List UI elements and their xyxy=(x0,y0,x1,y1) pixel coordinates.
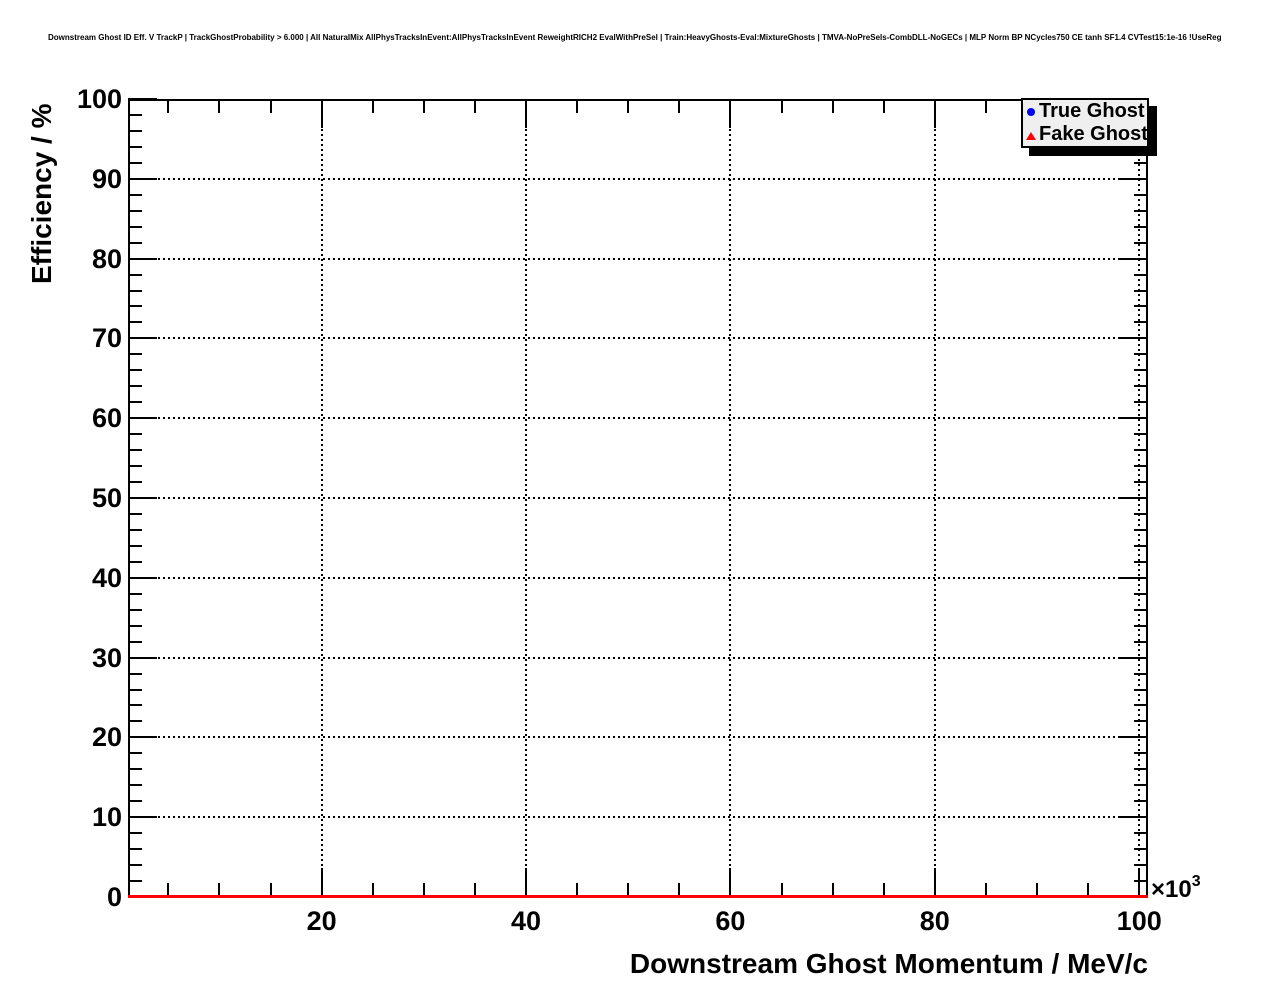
x-tick-labels: 20 40 60 80 100 xyxy=(128,906,1162,942)
horizontal-gridline xyxy=(128,656,1148,659)
plot-area xyxy=(128,99,1148,897)
fake-ghost-zero-line xyxy=(128,895,1148,898)
y-tick-label: 40 xyxy=(91,562,122,593)
horizontal-gridline xyxy=(128,816,1148,819)
horizontal-gridline xyxy=(128,337,1148,340)
y-tick-label: 50 xyxy=(91,483,122,513)
legend-entry-true-ghost: True Ghost xyxy=(1023,100,1147,123)
legend: True Ghost Fake Ghost xyxy=(1021,98,1149,148)
multiplier-exponent: 3 xyxy=(1191,873,1201,890)
x-tick-label: 20 xyxy=(306,906,337,936)
root-canvas: Downstream Ghost ID Eff. V TrackP | Trac… xyxy=(0,0,1276,996)
plot-title: Downstream Ghost ID Eff. V TrackP | Trac… xyxy=(48,33,1222,42)
y-tick-label: 30 xyxy=(91,642,122,673)
legend-label: True Ghost xyxy=(1039,100,1145,122)
x-axis-title: Downstream Ghost Momentum / MeV/c xyxy=(629,948,1148,979)
y-tick-label: 100 xyxy=(76,84,122,114)
x-axis-multiplier: ×103 xyxy=(1151,873,1201,904)
y-tick-label: 90 xyxy=(91,163,122,194)
y-tick-label: 20 xyxy=(91,722,122,753)
y-tick-label: 10 xyxy=(91,802,122,833)
horizontal-gridline xyxy=(128,497,1148,499)
legend-entry-fake-ghost: Fake Ghost xyxy=(1023,123,1148,146)
y-tick-label: 60 xyxy=(91,403,122,434)
legend-label: Fake Ghost xyxy=(1039,123,1148,145)
horizontal-gridline xyxy=(128,417,1148,420)
x-tick-label: 100 xyxy=(1116,906,1162,936)
y-tick-label: 0 xyxy=(106,882,122,912)
y-tick-label: 80 xyxy=(91,243,122,274)
y-tick-labels: 0 10 20 30 40 50 60 70 80 90 100 xyxy=(0,84,122,912)
x-tick-label: 60 xyxy=(715,906,746,936)
horizontal-gridline xyxy=(128,576,1148,579)
y-tick-label: 70 xyxy=(91,323,122,354)
x-tick-label: 40 xyxy=(511,906,542,936)
horizontal-gridline xyxy=(128,736,1148,739)
horizontal-gridline xyxy=(128,177,1148,180)
multiplier-base: ×10 xyxy=(1151,876,1192,903)
horizontal-gridline xyxy=(128,257,1148,260)
x-tick-label: 80 xyxy=(919,906,950,936)
